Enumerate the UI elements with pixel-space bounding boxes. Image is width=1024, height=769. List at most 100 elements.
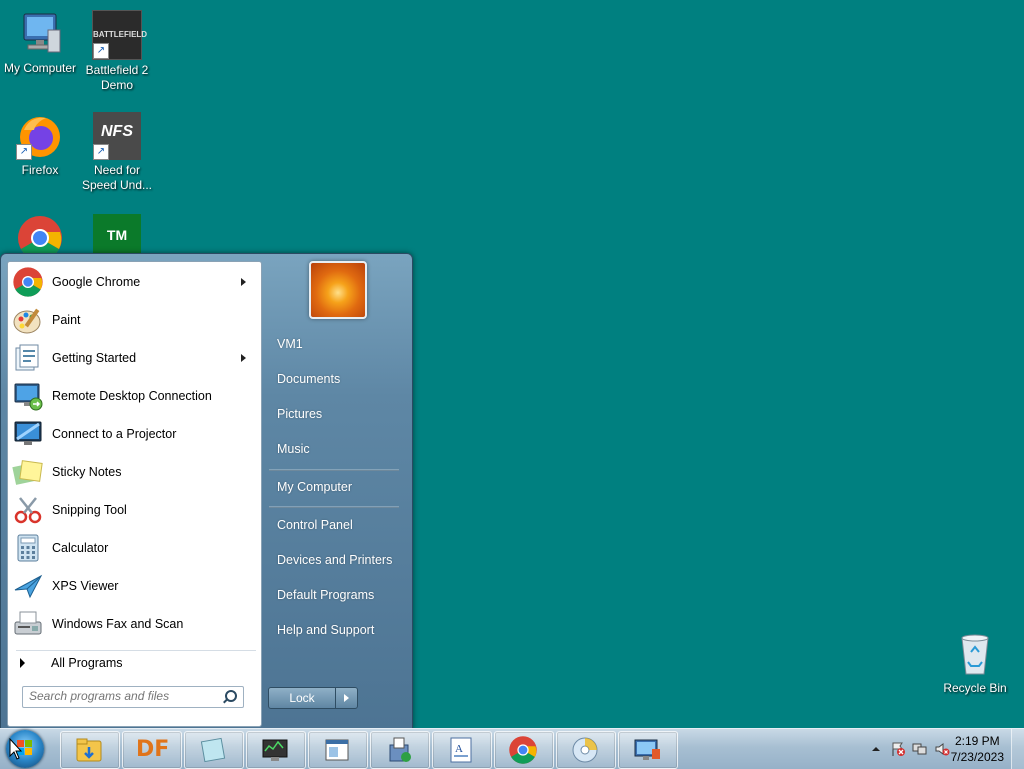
taskbar-df-button[interactable]: DF: [122, 731, 182, 769]
system-tray: 2:19 PM 7/23/2023: [844, 729, 1024, 769]
right-item-pictures[interactable]: Pictures: [269, 399, 411, 429]
program-item-xps-viewer[interactable]: XPS Viewer: [12, 569, 256, 603]
right-item-help-support[interactable]: Help and Support: [269, 615, 411, 645]
show-hidden-icons-arrow-icon[interactable]: [868, 741, 884, 757]
start-menu: Google Chrome Paint Getting Started Remo…: [0, 253, 413, 730]
remote-desktop-icon: [12, 380, 44, 412]
calculator-icon: [12, 532, 44, 564]
taskbar-chrome-button[interactable]: [494, 731, 554, 769]
scissors-icon: [12, 494, 44, 526]
taskbar-installer-button[interactable]: [370, 731, 430, 769]
trackmania-logo-text: TM: [106, 227, 128, 243]
document-app-icon: A: [446, 735, 476, 765]
lock-button[interactable]: Lock: [268, 687, 336, 709]
program-item-fax-scan[interactable]: Windows Fax and Scan: [12, 607, 256, 641]
right-item-default-programs[interactable]: Default Programs: [269, 580, 411, 610]
right-item-music[interactable]: Music: [269, 434, 411, 464]
program-item-paint[interactable]: Paint: [12, 303, 256, 337]
program-item-sticky-notes[interactable]: Sticky Notes: [12, 455, 256, 489]
program-label: Paint: [52, 313, 81, 327]
submenu-arrow-icon: [241, 354, 246, 362]
shortcut-arrow-icon: ↗: [16, 144, 32, 160]
paint-icon: [12, 304, 44, 336]
monitor-app-icon: [260, 735, 290, 765]
volume-muted-icon[interactable]: [934, 741, 950, 757]
taskbar-monitor-button[interactable]: [246, 731, 306, 769]
desktop-icon-firefox[interactable]: ↗ Firefox: [0, 112, 80, 178]
network-icon[interactable]: [912, 741, 928, 757]
projector-icon: [12, 418, 44, 450]
all-programs-button[interactable]: All Programs: [16, 650, 256, 675]
desktop-icon-need-for-speed[interactable]: NFS ↗ Need for Speed Und...: [77, 112, 157, 193]
clock-time: 2:19 PM: [954, 734, 1000, 748]
program-label: XPS Viewer: [52, 579, 119, 593]
right-item-my-computer[interactable]: My Computer: [269, 472, 411, 502]
program-item-google-chrome[interactable]: Google Chrome: [12, 265, 256, 299]
search-input[interactable]: [23, 687, 219, 705]
all-programs-label: All Programs: [51, 656, 123, 670]
desktop-icon-label: Firefox: [21, 163, 59, 177]
program-label: Connect to a Projector: [52, 427, 177, 441]
df-icon: DF: [136, 737, 170, 762]
search-icon[interactable]: [225, 690, 237, 702]
desktop-icon-recycle-bin[interactable]: Recycle Bin: [935, 630, 1015, 696]
taskbar-window-button[interactable]: [308, 731, 368, 769]
program-label: Getting Started: [52, 351, 137, 365]
taskbar-document-button[interactable]: A: [432, 731, 492, 769]
taskbar: DF A 2:19 PM 7/23/2023: [0, 728, 1024, 769]
program-label: Sticky Notes: [52, 465, 122, 479]
dvd-icon: [570, 735, 600, 765]
user-avatar[interactable]: [309, 261, 367, 319]
shortcut-arrow-icon: ↗: [93, 43, 109, 59]
remote-app-icon: [632, 735, 662, 765]
show-desktop-button[interactable]: [1011, 729, 1024, 769]
search-box[interactable]: [22, 686, 244, 708]
battlefield-icon: BATTLEFIELD ↗: [92, 10, 148, 60]
desktop-icon-label: Need for Speed Und...: [81, 163, 153, 192]
menu-divider: [269, 469, 399, 471]
battlefield-logo-text: BATTLEFIELD: [93, 30, 148, 39]
taskbar-notes-button[interactable]: [184, 731, 244, 769]
right-item-control-panel[interactable]: Control Panel: [269, 510, 411, 540]
desktop-icon-label: Battlefield 2 Demo: [85, 63, 149, 92]
computer-icon: [16, 10, 64, 58]
taskbar-explorer-button[interactable]: [60, 731, 120, 769]
installer-icon: [384, 735, 414, 765]
recycle-bin-icon: [951, 630, 999, 678]
submenu-arrow-icon: [241, 278, 246, 286]
program-label: Remote Desktop Connection: [52, 389, 212, 403]
desktop-icon-label: My Computer: [3, 61, 77, 75]
desktop-icon-battlefield[interactable]: BATTLEFIELD ↗ Battlefield 2 Demo: [77, 10, 157, 93]
taskbar-remote-button[interactable]: [618, 731, 678, 769]
nfs-logo-text: NFS: [101, 123, 133, 140]
nfs-icon: NFS ↗: [93, 112, 141, 160]
menu-divider: [269, 506, 399, 508]
taskbar-dvd-button[interactable]: [556, 731, 616, 769]
clock-date: 7/23/2023: [950, 750, 1004, 764]
shutdown-options-arrow-icon[interactable]: [335, 687, 358, 709]
action-center-flag-icon[interactable]: [890, 741, 906, 757]
xps-viewer-icon: [12, 570, 44, 602]
program-item-getting-started[interactable]: Getting Started: [12, 341, 256, 375]
program-item-remote-desktop[interactable]: Remote Desktop Connection: [12, 379, 256, 413]
window-app-icon: [322, 735, 352, 765]
notes-app-icon: [198, 735, 228, 765]
program-label: Windows Fax and Scan: [52, 617, 184, 631]
program-label: Google Chrome: [52, 275, 141, 289]
program-item-calculator[interactable]: Calculator: [12, 531, 256, 565]
desktop-icon-label: Recycle Bin: [943, 681, 1007, 695]
desktop-icon-my-computer[interactable]: My Computer: [0, 10, 80, 76]
taskbar-clock[interactable]: 2:19 PM 7/23/2023: [951, 733, 1004, 765]
program-item-connect-projector[interactable]: Connect to a Projector: [12, 417, 256, 451]
chrome-icon: [508, 735, 538, 765]
right-item-devices-printers[interactable]: Devices and Printers: [269, 545, 411, 575]
right-item-user-folder[interactable]: VM1: [269, 329, 411, 359]
sticky-notes-icon: [12, 456, 44, 488]
fax-icon: [12, 608, 44, 640]
right-item-documents[interactable]: Documents: [269, 364, 411, 394]
svg-text:A: A: [455, 743, 463, 755]
program-label: Calculator: [52, 541, 109, 555]
program-item-snipping-tool[interactable]: Snipping Tool: [12, 493, 256, 527]
getting-started-icon: [12, 342, 44, 374]
explorer-folder-icon: [74, 735, 104, 765]
